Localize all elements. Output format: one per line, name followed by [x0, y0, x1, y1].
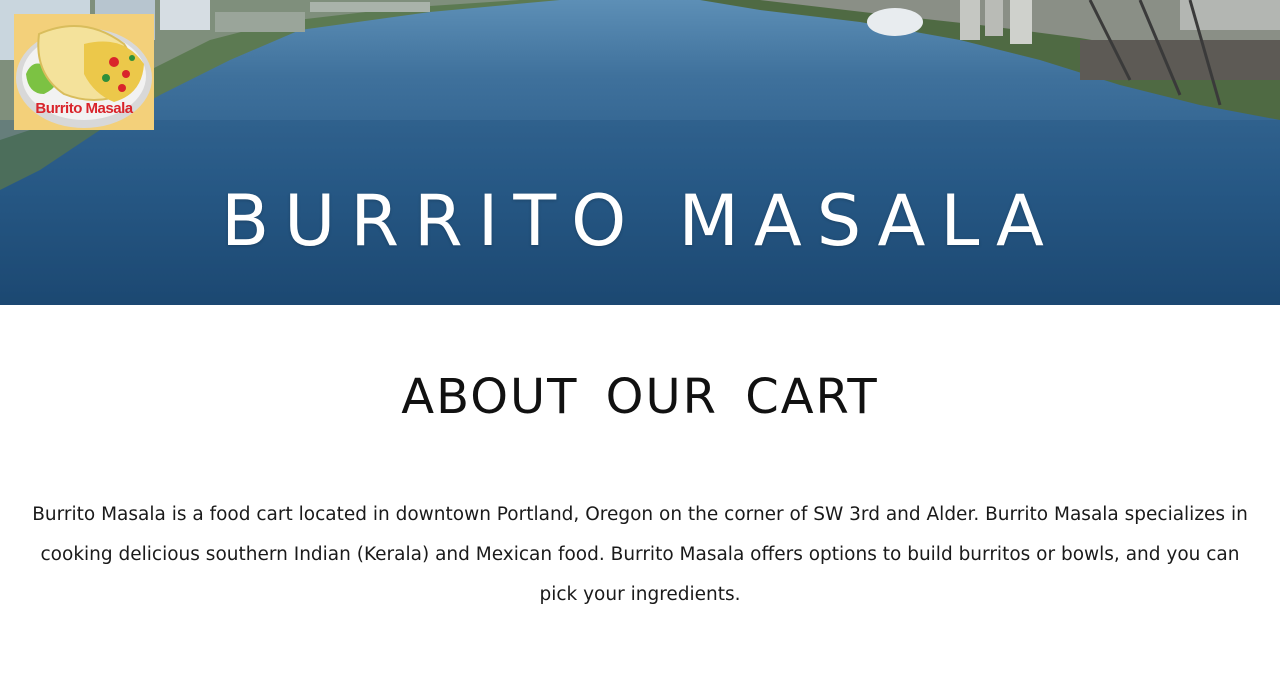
about-description: Burrito Masala is a food cart located in…	[32, 504, 1248, 605]
site-title: BURRITO MASALA	[221, 180, 1059, 262]
hero-banner: Burrito Masala BURRITO MASALA	[0, 0, 1280, 305]
about-heading: ABOUT OUR CART	[401, 369, 879, 425]
site-logo[interactable]: Burrito Masala	[14, 14, 154, 130]
logo-text: Burrito Masala	[35, 100, 133, 117]
about-section: ABOUT OUR CART Burrito Masala is a food …	[0, 305, 1280, 615]
